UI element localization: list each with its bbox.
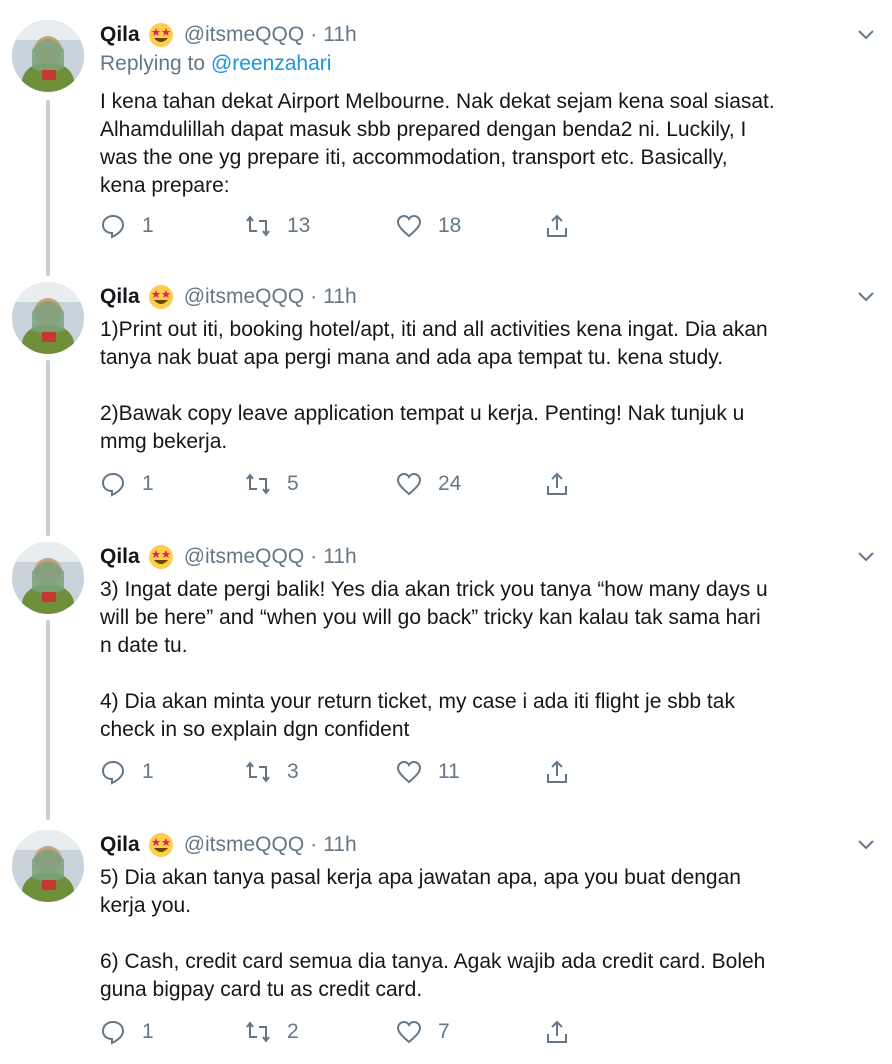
timestamp[interactable]: 11h <box>323 545 356 569</box>
retweet-icon <box>246 215 270 237</box>
reply-icon <box>101 472 125 497</box>
reply-icon <box>101 214 125 239</box>
separator-dot: · <box>310 833 318 856</box>
like-count: 24 <box>438 472 462 495</box>
share-button[interactable] <box>544 468 570 500</box>
retweet-button[interactable]: 2 <box>245 1016 299 1048</box>
retweet-count: 13 <box>287 214 311 237</box>
reply-button[interactable]: 1 <box>100 468 154 500</box>
chevron-down-icon[interactable] <box>856 834 876 854</box>
tweet-header: Qila @itsmeQQQ · 11h <box>100 830 357 860</box>
retweet-button[interactable]: 5 <box>245 468 299 500</box>
replying-to: Replying to @reenzahari <box>100 52 331 76</box>
tweet-text: I kena tahan dekat Airport Melbourne. Na… <box>100 90 775 197</box>
avatar[interactable] <box>12 542 84 614</box>
retweet-count: 2 <box>287 1020 299 1043</box>
reply-icon <box>101 760 125 785</box>
user-handle[interactable]: @itsmeQQQ <box>184 545 305 569</box>
chevron-down-icon[interactable] <box>856 286 876 306</box>
avatar[interactable] <box>12 282 84 354</box>
avatar[interactable] <box>12 830 84 902</box>
retweet-button[interactable]: 13 <box>245 210 310 242</box>
star-struck-emoji-icon <box>148 22 174 48</box>
timestamp[interactable]: 11h <box>323 833 356 857</box>
share-button[interactable] <box>544 210 570 242</box>
like-button[interactable]: 24 <box>396 468 461 500</box>
like-button[interactable]: 11 <box>396 756 460 788</box>
like-count: 7 <box>438 1020 450 1043</box>
share-icon <box>547 214 567 237</box>
display-name[interactable]: Qila <box>100 23 140 47</box>
separator-dot: · <box>310 545 318 568</box>
retweet-icon <box>246 761 270 783</box>
tweet-header: Qila @itsmeQQQ · 11h <box>100 542 357 572</box>
share-icon <box>547 760 567 783</box>
like-button[interactable]: 7 <box>396 1016 450 1048</box>
tweet-text: 1)Print out iti, booking hotel/apt, iti … <box>100 318 768 453</box>
retweet-count: 3 <box>287 760 299 783</box>
like-button[interactable]: 18 <box>396 210 461 242</box>
display-name[interactable]: Qila <box>100 285 140 309</box>
tweet[interactable]: Qila @itsmeQQQ · 11h 5) Dia akan tanya p… <box>0 830 892 1062</box>
reply-mention-link[interactable]: @reenzahari <box>211 52 332 75</box>
like-count: 11 <box>438 760 460 783</box>
reply-count: 1 <box>142 214 154 237</box>
share-icon <box>547 1020 567 1043</box>
reply-count: 1 <box>142 1020 154 1043</box>
heart-icon <box>396 472 422 496</box>
star-struck-emoji-icon <box>148 284 174 310</box>
display-name[interactable]: Qila <box>100 833 140 857</box>
reply-button[interactable]: 1 <box>100 756 154 788</box>
tweet-header: Qila @itsmeQQQ · 11h <box>100 20 357 50</box>
tweet-actions: 1 3 11 <box>100 756 580 788</box>
share-button[interactable] <box>544 756 570 788</box>
reply-icon <box>101 1020 125 1045</box>
retweet-count: 5 <box>287 472 299 495</box>
chevron-down-icon[interactable] <box>856 546 876 566</box>
tweet-actions: 1 13 18 <box>100 210 580 242</box>
heart-icon <box>396 214 422 238</box>
user-handle[interactable]: @itsmeQQQ <box>184 285 305 309</box>
tweet[interactable]: Qila @itsmeQQQ · 11h Replying to @reenza… <box>0 20 892 260</box>
tweet-header: Qila @itsmeQQQ · 11h <box>100 282 357 312</box>
timestamp[interactable]: 11h <box>323 285 356 309</box>
share-icon <box>547 472 567 495</box>
retweet-icon <box>246 1021 270 1043</box>
user-handle[interactable]: @itsmeQQQ <box>184 833 305 857</box>
reply-count: 1 <box>142 760 154 783</box>
tweet-text: 3) Ingat date pergi balik! Yes dia akan … <box>100 578 768 741</box>
tweet[interactable]: Qila @itsmeQQQ · 11h 1)Print out iti, bo… <box>0 282 892 522</box>
tweet-text: 5) Dia akan tanya pasal kerja apa jawata… <box>100 866 766 1001</box>
heart-icon <box>396 1020 422 1044</box>
heart-icon <box>396 760 422 784</box>
retweet-button[interactable]: 3 <box>245 756 299 788</box>
separator-dot: · <box>310 285 318 308</box>
tweet-actions: 1 5 24 <box>100 468 580 500</box>
like-count: 18 <box>438 214 462 237</box>
display-name[interactable]: Qila <box>100 545 140 569</box>
user-handle[interactable]: @itsmeQQQ <box>184 23 305 47</box>
reply-count: 1 <box>142 472 154 495</box>
reply-button[interactable]: 1 <box>100 1016 154 1048</box>
share-button[interactable] <box>544 1016 570 1048</box>
star-struck-emoji-icon <box>148 544 174 570</box>
replying-to-label: Replying to <box>100 52 211 75</box>
chevron-down-icon[interactable] <box>856 24 876 44</box>
star-struck-emoji-icon <box>148 832 174 858</box>
tweet-actions: 1 2 7 <box>100 1016 580 1048</box>
retweet-icon <box>246 473 270 495</box>
tweet[interactable]: Qila @itsmeQQQ · 11h 3) Ingat date pergi… <box>0 542 892 812</box>
separator-dot: · <box>310 23 318 46</box>
reply-button[interactable]: 1 <box>100 210 154 242</box>
timestamp[interactable]: 11h <box>323 23 356 47</box>
avatar[interactable] <box>12 20 84 92</box>
